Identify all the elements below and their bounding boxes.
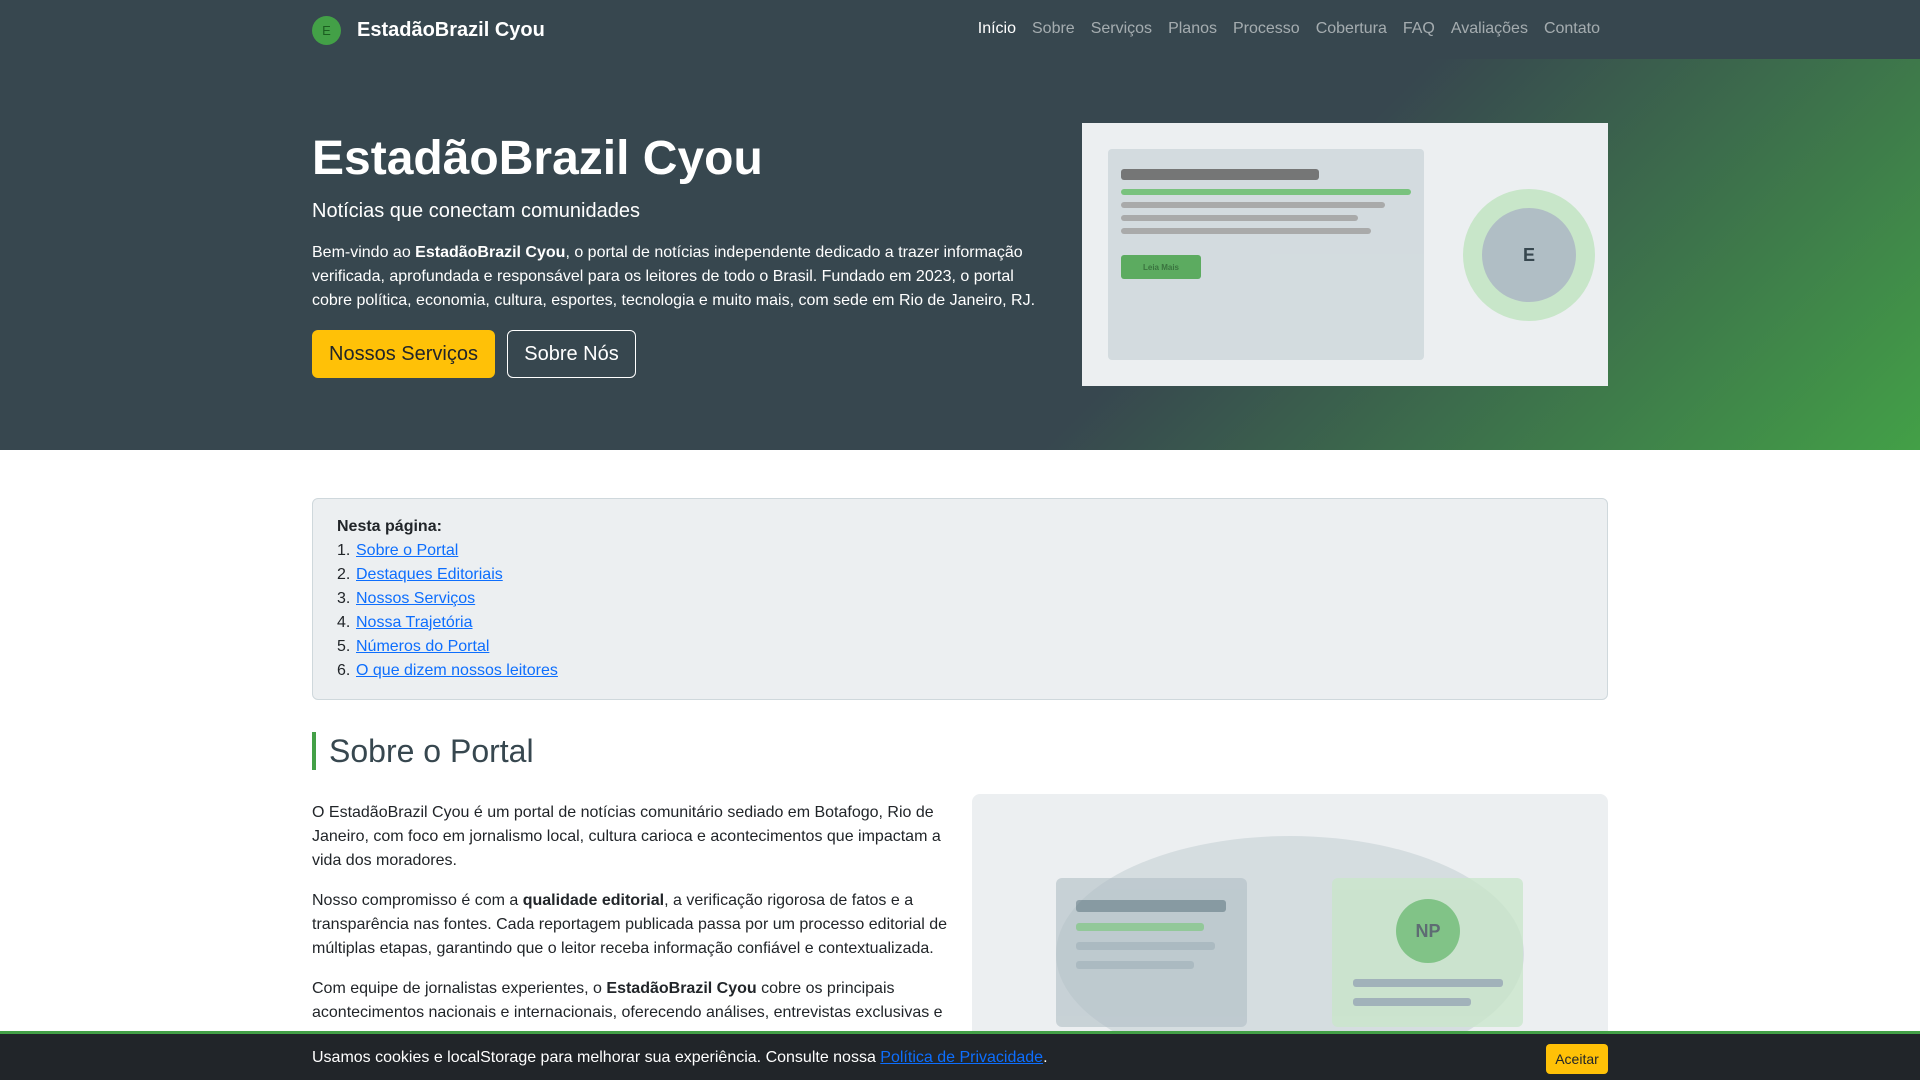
illustration-read-more: Leia Mais (1121, 255, 1201, 279)
toc-title: Nesta página: (337, 518, 442, 535)
toc-link-trajetoria[interactable]: Nossa Trajetória (356, 611, 473, 635)
cookie-message: Usamos cookies e localStorage para melho… (312, 1047, 1048, 1069)
nav-link-sobre[interactable]: Sobre (1032, 18, 1075, 40)
main-nav: Início Sobre Serviços Planos Processo Co… (978, 18, 1600, 40)
toc-item: 6. O que dizem nossos leitores (337, 659, 1583, 683)
hero-description: Bem-vindo ao EstadãoBrazil Cyou, o porta… (312, 241, 1052, 313)
hero-subtitle: Notícias que conectam comunidades (312, 200, 640, 222)
services-button[interactable]: Nossos Serviços (312, 330, 495, 378)
about-p3-prefix: Com equipe de jornalistas experientes, o (312, 980, 607, 997)
hero-illustration: Leia Mais E (1082, 123, 1608, 386)
about-avatar-icon: NP (1396, 899, 1460, 963)
illustration-text-line (1121, 202, 1385, 208)
toc-link-destaques[interactable]: Destaques Editoriais (356, 563, 503, 587)
toc-item: 2. Destaques Editoriais (337, 563, 1583, 587)
nav-link-processo[interactable]: Processo (1233, 18, 1300, 40)
illustration-text-line (1121, 228, 1371, 234)
toc-number: 1. (337, 542, 351, 559)
hero-title: EstadãoBrazil Cyou (312, 132, 763, 185)
toc-link-depoimentos[interactable]: O que dizem nossos leitores (356, 659, 558, 683)
accept-cookies-button[interactable]: Aceitar (1546, 1044, 1608, 1074)
hero-text-prefix: Bem-vindo ao (312, 244, 416, 261)
nav-link-contato[interactable]: Contato (1544, 18, 1600, 40)
about-illustration-card (1056, 878, 1247, 1027)
nav-link-planos[interactable]: Planos (1168, 18, 1217, 40)
illustration-text-line (1121, 215, 1358, 221)
toc-number: 5. (337, 638, 351, 655)
about-profile-line (1353, 979, 1503, 987)
about-us-button[interactable]: Sobre Nós (507, 330, 636, 378)
table-of-contents: Nesta página: 1. Sobre o Portal 2. Destaqu… (312, 498, 1608, 700)
about-p3-bold: EstadãoBrazil Cyou (606, 980, 757, 997)
cookie-banner: Usamos cookies e localStorage para melho… (0, 1031, 1920, 1080)
about-illustration: NP (972, 794, 1608, 1054)
about-text: O EstadãoBrazil Cyou é um portal de notí… (312, 801, 952, 1041)
nav-link-cobertura[interactable]: Cobertura (1316, 18, 1387, 40)
about-card-title-line (1076, 900, 1226, 912)
illustration-accent-line (1121, 189, 1411, 195)
illustration-ring: E (1463, 189, 1595, 321)
about-p2-bold: qualidade editorial (522, 892, 665, 909)
toc-number: 4. (337, 614, 351, 631)
toc-item: 1. Sobre o Portal (337, 539, 1583, 563)
hero-section: EstadãoBrazil Cyou Notícias que conectam… (0, 59, 1920, 450)
cookie-text-end: . (1043, 1049, 1048, 1066)
about-card-text-line (1076, 961, 1194, 969)
nav-link-avaliacoes[interactable]: Avaliações (1451, 18, 1528, 40)
about-card-accent-line (1076, 923, 1204, 931)
illustration-avatar-icon: E (1482, 208, 1576, 302)
brand-logo-icon: E (312, 15, 341, 45)
illustration-article-card: Leia Mais (1108, 149, 1424, 360)
toc-link-sobre-portal[interactable]: Sobre o Portal (356, 539, 458, 563)
about-p2-prefix: Nosso compromisso é com a (312, 892, 523, 909)
cookie-text: Usamos cookies e localStorage para melho… (312, 1049, 881, 1066)
nav-link-faq[interactable]: FAQ (1403, 18, 1435, 40)
toc-item: 4. Nossa Trajetória (337, 611, 1583, 635)
about-illustration-profile-card: NP (1332, 878, 1523, 1027)
section-title-sobre: Sobre o Portal (312, 732, 534, 770)
toc-item: 5. Números do Portal (337, 635, 1583, 659)
nav-link-inicio[interactable]: Início (978, 18, 1016, 40)
about-paragraph-1: O EstadãoBrazil Cyou é um portal de notí… (312, 804, 941, 869)
illustration-title-line (1121, 169, 1319, 180)
brand-link[interactable]: E EstadãoBrazil Cyou (312, 15, 545, 45)
brand-name: EstadãoBrazil Cyou (357, 18, 545, 41)
toc-list: 1. Sobre o Portal 2. Destaques Editoriais … (337, 539, 1583, 683)
privacy-policy-link[interactable]: Política de Privacidade (880, 1049, 1043, 1066)
toc-link-numeros[interactable]: Números do Portal (356, 635, 489, 659)
toc-number: 2. (337, 566, 351, 583)
about-paragraph-2: Nosso compromisso é com a qualidade edit… (312, 889, 952, 961)
toc-number: 6. (337, 662, 351, 679)
about-paragraph-3: Com equipe de jornalistas experientes, o… (312, 977, 952, 1025)
toc-link-servicos[interactable]: Nossos Serviços (356, 587, 475, 611)
about-profile-line (1353, 998, 1471, 1006)
nav-link-servicos[interactable]: Serviços (1091, 18, 1152, 40)
toc-item: 3. Nossos Serviços (337, 587, 1583, 611)
toc-number: 3. (337, 590, 351, 607)
navbar: E EstadãoBrazil Cyou Início Sobre Serviç… (0, 0, 1920, 59)
hero-text-bold: EstadãoBrazil Cyou (415, 244, 566, 261)
about-card-text-line (1076, 942, 1215, 950)
